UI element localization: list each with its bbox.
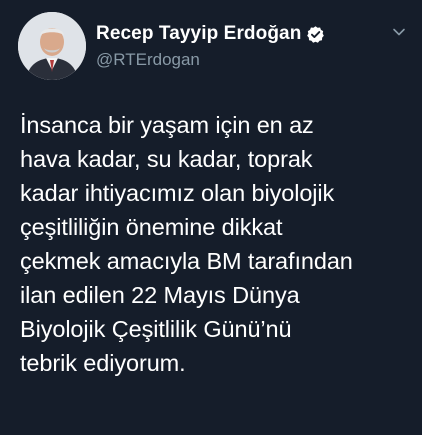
- tweet-line: Biyolojik Çeşitlilik Günü’nü: [20, 316, 292, 342]
- author-handle[interactable]: @RTErdogan: [96, 50, 200, 70]
- tweet-line: tebrik ediyorum.: [20, 350, 186, 376]
- tweet-text: İnsanca bir yaşam için en az hava kadar,…: [20, 108, 415, 380]
- tweet-line: kadar ihtiyacımız olan biyolojik: [20, 180, 335, 206]
- tweet-card: Recep Tayyip Erdoğan @RTErdogan İnsanca …: [0, 0, 422, 435]
- tweet-line: ilan edilen 22 Mayıs Dünya: [20, 282, 300, 308]
- author-name-row[interactable]: Recep Tayyip Erdoğan: [96, 22, 325, 46]
- chevron-down-icon[interactable]: [391, 24, 407, 40]
- display-name[interactable]: Recep Tayyip Erdoğan: [96, 23, 301, 45]
- tweet-line: çeşitliliğin önemine dikkat: [20, 214, 283, 240]
- profile-photo-icon: [18, 12, 86, 80]
- tweet-line: hava kadar, su kadar, toprak: [20, 146, 313, 172]
- tweet-line: çekmek amacıyla BM tarafından: [20, 248, 353, 274]
- avatar[interactable]: [18, 12, 86, 80]
- tweet-line: İnsanca bir yaşam için en az: [20, 112, 314, 138]
- verified-badge-icon: [307, 25, 325, 43]
